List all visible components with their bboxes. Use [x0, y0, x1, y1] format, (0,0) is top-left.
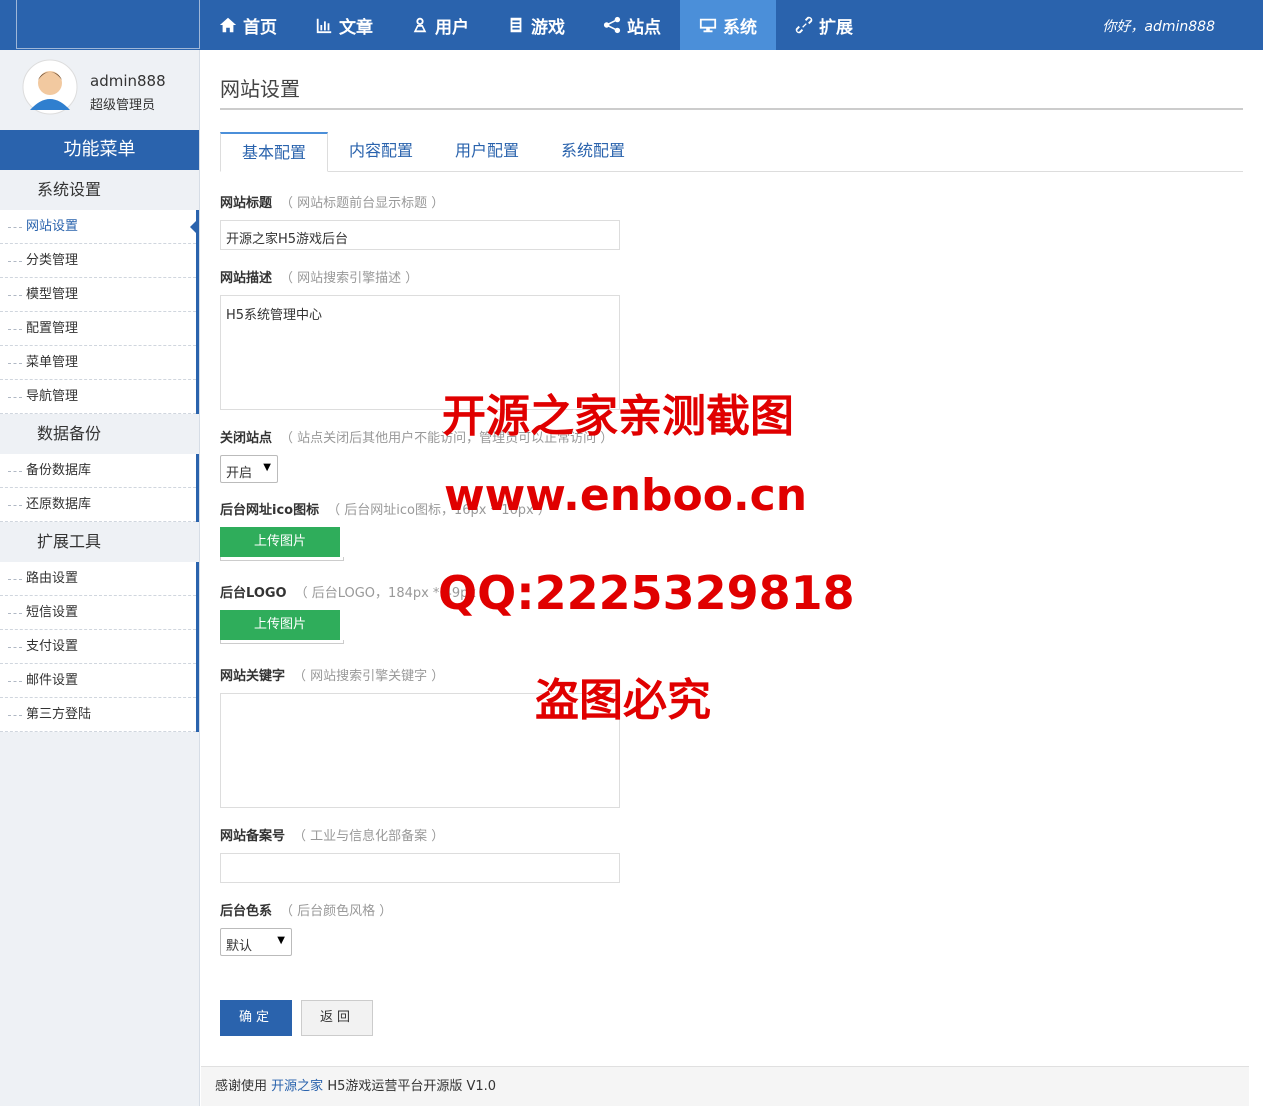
tab-user[interactable]: 用户配置 [434, 132, 540, 172]
theme-label-row: 后台色系 （ 后台颜色风格 ） [220, 900, 392, 919]
group-extend-tools[interactable]: 扩展工具 [0, 522, 199, 562]
sidebar-item-navigation[interactable]: 导航管理 [0, 380, 196, 414]
group-backup-items: 备份数据库 还原数据库 [0, 454, 199, 522]
nav-home[interactable]: 首页 [200, 0, 296, 50]
footer-link[interactable]: 开源之家 [271, 1079, 323, 1094]
bar-chart-icon [316, 18, 332, 34]
caret-down-icon: ▼ [263, 462, 271, 473]
keywords-hint: （ 网站搜索引擎关键字 ） [293, 669, 445, 684]
theme-select[interactable]: 默认 ▼ [220, 928, 292, 956]
nav-sites[interactable]: 站点 [584, 0, 680, 50]
tab-content[interactable]: 内容配置 [328, 132, 434, 172]
icp-label: 网站备案号 [220, 829, 286, 844]
logo-upload-button[interactable]: 上传图片 [220, 610, 340, 640]
nav-articles[interactable]: 文章 [296, 0, 392, 50]
main-content: 网站设置 基本配置 内容配置 用户配置 系统配置 网站标题 （ 网站标题前台显示标… [220, 50, 1243, 1036]
sidebar-item-backup-db[interactable]: 备份数据库 [0, 454, 196, 488]
ico-upload-divider [220, 557, 344, 561]
watermark-line1: 开源之家亲测截图 [442, 391, 794, 442]
watermark-line4: 盗图必究 [535, 675, 711, 726]
nav-system[interactable]: 系统 [680, 0, 776, 50]
document-icon [510, 17, 522, 33]
monitor-icon [699, 18, 717, 33]
sidebar-item-payment[interactable]: 支付设置 [0, 630, 196, 664]
theme-label: 后台色系 [220, 904, 273, 919]
avatar [22, 59, 78, 115]
sidebar-item-config[interactable]: 配置管理 [0, 312, 196, 346]
site-title-hint: （ 网站标题前台显示标题 ） [280, 196, 445, 211]
tab-system[interactable]: 系统配置 [540, 132, 646, 172]
site-title-label-row: 网站标题 （ 网站标题前台显示标题 ） [220, 192, 444, 211]
logo-label: 后台LOGO [220, 586, 287, 601]
footer-suffix: H5游戏运营平台开源版 V1.0 [327, 1079, 497, 1094]
main-nav: 首页 文章 用户 游戏 站点 系统 扩展 [200, 0, 872, 50]
group-data-backup[interactable]: 数据备份 [0, 414, 199, 454]
sidebar-item-menu[interactable]: 菜单管理 [0, 346, 196, 380]
group-system-items: 网站设置 分类管理 模型管理 配置管理 菜单管理 导航管理 [0, 210, 199, 414]
nav-games[interactable]: 游戏 [488, 0, 584, 50]
ico-label: 后台网址ico图标 [220, 503, 320, 518]
nav-system-label: 系统 [723, 17, 757, 38]
close-site-label: 关闭站点 [220, 431, 273, 446]
caret-down-icon: ▼ [277, 935, 285, 946]
watermark-line2: www.enboo.cn [444, 470, 808, 521]
sidebar-item-third-party-login[interactable]: 第三方登陆 [0, 698, 196, 732]
ico-upload-button[interactable]: 上传图片 [220, 527, 340, 557]
watermark-line3: QQ:2225329818 [438, 566, 855, 620]
sidebar-item-email[interactable]: 邮件设置 [0, 664, 196, 698]
site-desc-hint: （ 网站搜索引擎描述 ） [280, 271, 419, 286]
icp-hint: （ 工业与信息化部备案 ） [293, 829, 445, 844]
site-desc-label: 网站描述 [220, 271, 273, 286]
site-title-label: 网站标题 [220, 196, 273, 211]
close-site-select[interactable]: 开启 ▼ [220, 455, 278, 483]
footer-prefix: 感谢使用 [215, 1079, 268, 1094]
theme-value: 默认 [226, 939, 253, 954]
profile-username: admin888 [90, 72, 166, 90]
nav-extend[interactable]: 扩展 [776, 0, 872, 50]
back-button[interactable]: 返回 [301, 1000, 373, 1036]
site-title-input[interactable]: 开源之家H5游戏后台 [220, 220, 620, 250]
nav-articles-label: 文章 [339, 17, 373, 38]
confirm-button[interactable]: 确定 [220, 1000, 292, 1036]
sidebar-item-category[interactable]: 分类管理 [0, 244, 196, 278]
footer: 感谢使用 开源之家 H5游戏运营平台开源版 V1.0 [201, 1066, 1249, 1106]
profile-panel: admin888 超级管理员 [0, 50, 199, 130]
link-icon [795, 16, 813, 34]
nav-users-label: 用户 [435, 17, 469, 38]
icp-input[interactable] [220, 853, 620, 883]
sidebar: admin888 超级管理员 功能菜单 系统设置 网站设置 分类管理 模型管理 … [0, 50, 200, 1106]
home-icon [219, 17, 237, 33]
theme-hint: （ 后台颜色风格 ） [280, 904, 393, 919]
site-desc-label-row: 网站描述 （ 网站搜索引擎描述 ） [220, 267, 418, 286]
keywords-label-row: 网站关键字 （ 网站搜索引擎关键字 ） [220, 665, 444, 684]
share-icon [603, 16, 621, 34]
menu-title: 功能菜单 [0, 130, 199, 170]
nav-users[interactable]: 用户 [392, 0, 488, 50]
keywords-label: 网站关键字 [220, 669, 286, 684]
logo-area [16, 0, 200, 49]
group-system-settings[interactable]: 系统设置 [0, 170, 199, 210]
nav-games-label: 游戏 [531, 17, 565, 38]
page-title: 网站设置 [220, 50, 1243, 110]
sidebar-item-site-settings[interactable]: 网站设置 [0, 210, 199, 244]
icp-label-row: 网站备案号 （ 工业与信息化部备案 ） [220, 825, 444, 844]
profile-role: 超级管理员 [90, 98, 156, 113]
sidebar-item-restore-db[interactable]: 还原数据库 [0, 488, 196, 522]
close-site-value: 开启 [226, 466, 253, 481]
tab-basic[interactable]: 基本配置 [220, 132, 329, 172]
sidebar-item-model[interactable]: 模型管理 [0, 278, 196, 312]
sidebar-item-sms[interactable]: 短信设置 [0, 596, 196, 630]
logo-upload-divider [220, 640, 344, 644]
nav-home-label: 首页 [243, 17, 277, 38]
user-greeting[interactable]: 你好，admin888 [1102, 16, 1215, 36]
group-extend-items: 路由设置 短信设置 支付设置 邮件设置 第三方登陆 [0, 562, 199, 732]
sidebar-item-route[interactable]: 路由设置 [0, 562, 196, 596]
config-tabs: 基本配置 内容配置 用户配置 系统配置 [220, 132, 1243, 172]
top-navbar: 首页 文章 用户 游戏 站点 系统 扩展 你好，admin888 [0, 0, 1263, 50]
nav-extend-label: 扩展 [819, 17, 853, 38]
nav-sites-label: 站点 [627, 17, 661, 38]
user-icon [413, 17, 427, 33]
